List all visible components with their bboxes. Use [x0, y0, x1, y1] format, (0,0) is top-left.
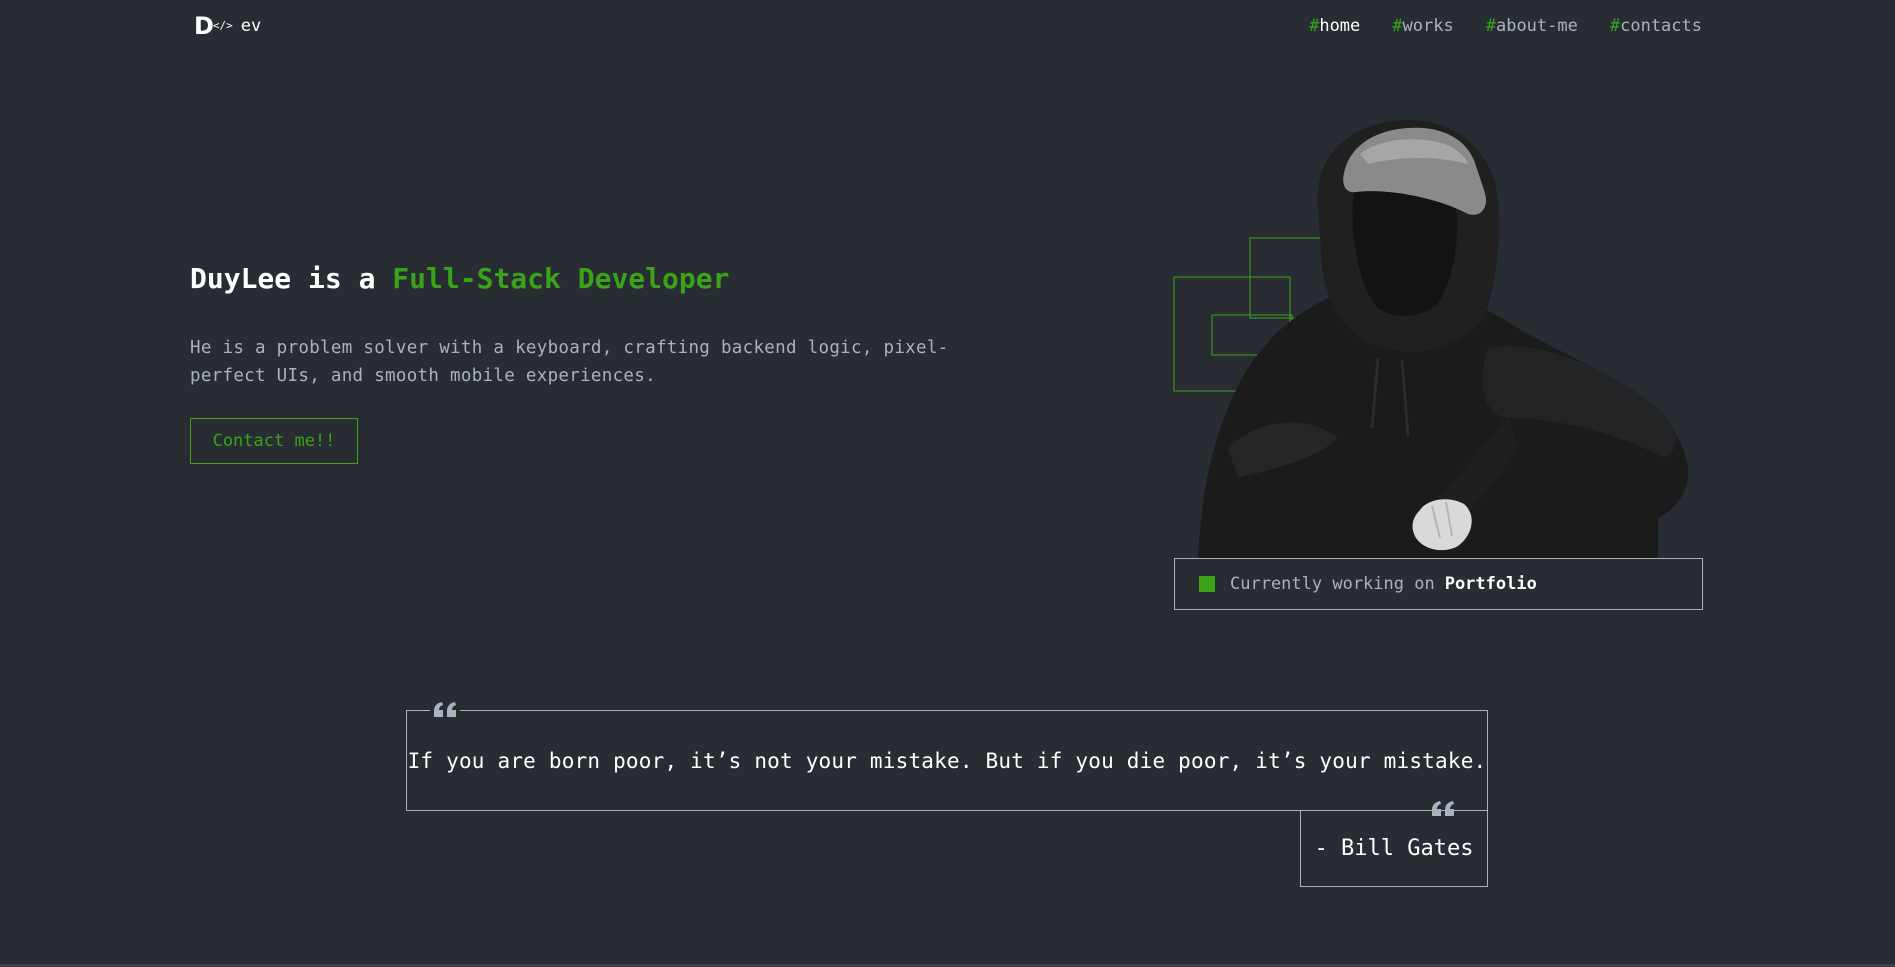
contact-me-button[interactable]: Contact me!!: [190, 418, 358, 464]
code-icon: </>: [212, 18, 233, 32]
main-nav: #home #works #about-me #contacts: [1309, 16, 1702, 36]
quote-author: - Bill Gates: [1300, 810, 1488, 887]
quote-text: If you are born poor, it’s not your mist…: [407, 748, 1487, 773]
quote-mark-icon: [430, 700, 460, 720]
hero-description: He is a problem solver with a keyboard, …: [190, 338, 949, 386]
hero-title: DuyLee is a Full-Stack Developer: [190, 262, 729, 295]
nav-works[interactable]: #works: [1392, 16, 1453, 36]
logo-mark: D: [194, 12, 214, 40]
site-logo[interactable]: D </> ev: [194, 14, 261, 38]
nav-about-me[interactable]: #about-me: [1486, 16, 1578, 36]
nav-contacts[interactable]: #contacts: [1610, 16, 1702, 36]
status-prefix: Currently working on: [1230, 574, 1435, 594]
hero-title-highlight: Full-Stack Developer: [392, 262, 730, 295]
logo-text: ev: [240, 16, 262, 36]
hero-title-prefix: DuyLee is a: [190, 262, 393, 295]
nav-home[interactable]: #home: [1309, 16, 1360, 36]
green-square-icon: [1199, 576, 1215, 592]
quote-box: If you are born poor, it’s not your mist…: [406, 710, 1488, 811]
current-work-status: Currently working on Portfolio: [1174, 558, 1703, 610]
status-project: Portfolio: [1444, 574, 1537, 594]
hooded-person-photo: [1198, 119, 1689, 558]
